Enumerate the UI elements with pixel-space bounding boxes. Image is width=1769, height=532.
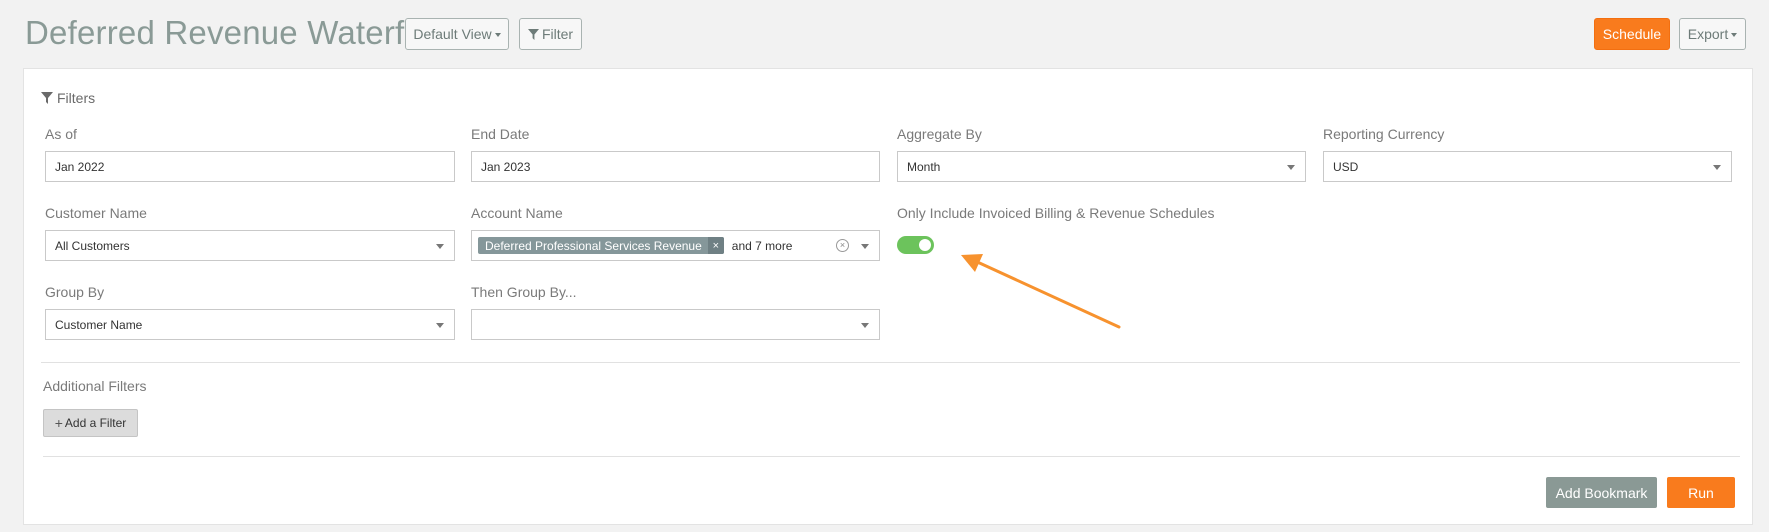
- as-of-value: Jan 2022: [55, 159, 105, 174]
- reporting-currency-label: Reporting Currency: [1323, 126, 1445, 142]
- add-filter-label: Add a Filter: [64, 416, 127, 430]
- caret-down-icon: [436, 323, 444, 328]
- aggregate-by-value: Month: [907, 159, 941, 174]
- account-tag: Deferred Professional Services Revenue ×: [478, 237, 724, 254]
- tag-remove-icon[interactable]: ×: [707, 237, 724, 254]
- annotation-arrow-icon: [961, 254, 1121, 329]
- end-date-label: End Date: [471, 126, 530, 142]
- divider: [41, 362, 1740, 363]
- funnel-icon: [41, 92, 53, 104]
- filter-button[interactable]: Filter: [519, 18, 582, 50]
- clear-icon[interactable]: ×: [836, 239, 849, 252]
- caret-down-icon: [1731, 33, 1738, 37]
- invoiced-only-toggle[interactable]: [897, 236, 934, 254]
- default-view-label: Default View: [413, 26, 492, 42]
- schedule-button[interactable]: Schedule: [1594, 18, 1670, 50]
- end-date-value: Jan 2023: [481, 159, 531, 174]
- customer-name-label: Customer Name: [45, 205, 147, 221]
- filter-button-label: Filter: [541, 26, 574, 42]
- customer-name-select[interactable]: All Customers: [45, 230, 455, 261]
- caret-down-icon: [861, 244, 869, 249]
- page-title: Deferred Revenue Waterfall: [25, 14, 438, 51]
- additional-filters-heading: Additional Filters: [43, 378, 147, 394]
- group-by-value: Customer Name: [55, 317, 143, 332]
- plus-icon: +: [54, 415, 63, 431]
- account-more-count: and 7 more: [731, 238, 793, 253]
- aggregate-by-select[interactable]: Month: [897, 151, 1306, 182]
- add-filter-button[interactable]: + Add a Filter: [43, 409, 138, 437]
- account-tag-label: Deferred Professional Services Revenue: [485, 238, 702, 253]
- aggregate-by-label: Aggregate By: [897, 126, 982, 142]
- caret-down-icon: [861, 323, 869, 328]
- group-by-label: Group By: [45, 284, 105, 300]
- as-of-input[interactable]: Jan 2022: [45, 151, 455, 182]
- caret-down-icon: [436, 244, 444, 249]
- filters-heading: Filters: [41, 90, 95, 106]
- export-dropdown[interactable]: Export: [1679, 18, 1746, 50]
- reporting-currency-value: USD: [1333, 159, 1359, 174]
- filters-heading-label: Filters: [57, 90, 96, 106]
- account-name-multiselect[interactable]: Deferred Professional Services Revenue ×…: [471, 230, 880, 261]
- caret-down-icon: [1713, 165, 1721, 170]
- divider: [43, 456, 1740, 457]
- account-name-label: Account Name: [471, 205, 563, 221]
- end-date-input[interactable]: Jan 2023: [471, 151, 880, 182]
- then-group-by-select[interactable]: [471, 309, 880, 340]
- caret-down-icon: [1287, 165, 1295, 170]
- then-group-by-label: Then Group By...: [471, 284, 577, 300]
- export-label: Export: [1687, 26, 1729, 42]
- group-by-select[interactable]: Customer Name: [45, 309, 455, 340]
- invoiced-only-label: Only Include Invoiced Billing & Revenue …: [897, 205, 1215, 221]
- funnel-icon: [527, 28, 539, 40]
- default-view-dropdown[interactable]: Default View: [405, 18, 509, 50]
- customer-name-value: All Customers: [55, 238, 130, 253]
- run-button[interactable]: Run: [1667, 477, 1735, 508]
- top-bar: Deferred Revenue Waterfall Default View …: [0, 0, 1769, 68]
- as-of-label: As of: [45, 126, 77, 142]
- caret-down-icon: [494, 33, 501, 37]
- reporting-currency-select[interactable]: USD: [1323, 151, 1732, 182]
- add-bookmark-button[interactable]: Add Bookmark: [1546, 477, 1657, 508]
- toggle-knob: [919, 239, 931, 251]
